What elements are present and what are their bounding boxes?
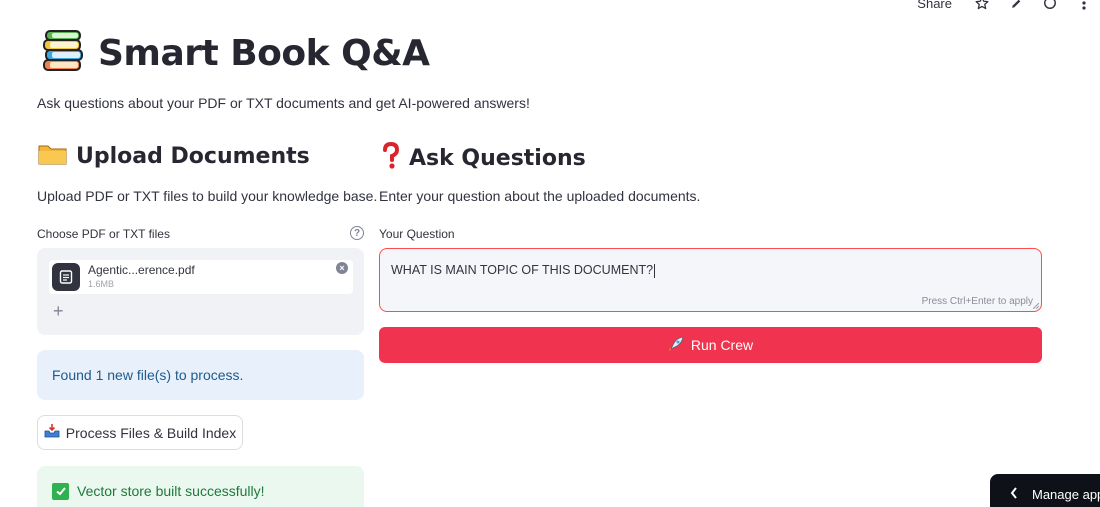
- process-files-label: Process Files & Build Index: [65, 424, 237, 441]
- page-title: Smart Book Q&A: [98, 32, 430, 74]
- run-crew-button[interactable]: Run Crew: [379, 327, 1042, 363]
- more-menu-icon[interactable]: [1076, 0, 1092, 11]
- file-uploader-dropzone[interactable]: Agentic...erence.pdf 1.6MB × +: [37, 248, 364, 335]
- question-mark-icon: [381, 141, 401, 175]
- rocket-icon: [668, 336, 684, 355]
- page-subtitle: Ask questions about your PDF or TXT docu…: [37, 95, 530, 111]
- info-alert: Found 1 new file(s) to process.: [37, 350, 364, 400]
- add-file-icon[interactable]: +: [53, 302, 64, 320]
- question-text-wrap: WHAT IS MAIN TOPIC OF THIS DOCUMENT?: [391, 263, 656, 278]
- page-header: Smart Book Q&A: [40, 30, 430, 76]
- uploaded-file-card: Agentic...erence.pdf 1.6MB ×: [49, 260, 353, 294]
- uploaded-file-size: 1.6MB: [88, 279, 115, 289]
- resize-handle-icon[interactable]: [1033, 303, 1039, 309]
- help-icon[interactable]: ?: [350, 226, 364, 240]
- process-files-button[interactable]: Process Files & Build Index: [37, 415, 243, 450]
- upload-field-label: Choose PDF or TXT files: [37, 227, 170, 241]
- remove-file-icon[interactable]: ×: [336, 262, 348, 274]
- upload-section-header: Upload Documents: [38, 142, 310, 171]
- github-icon[interactable]: [1042, 0, 1058, 11]
- check-mark-icon: [52, 482, 69, 500]
- success-message: Vector store built successfully!: [77, 483, 265, 499]
- ask-heading: Ask Questions: [409, 146, 586, 171]
- uploaded-file-name: Agentic...erence.pdf: [88, 263, 195, 277]
- ask-section-header: Ask Questions: [381, 141, 586, 175]
- ask-description: Enter your question about the uploaded d…: [379, 188, 701, 204]
- document-icon: [52, 263, 80, 291]
- upload-heading: Upload Documents: [76, 144, 310, 169]
- star-icon[interactable]: [974, 0, 990, 11]
- question-field-label: Your Question: [379, 227, 455, 241]
- manage-app-button[interactable]: Manage app: [990, 474, 1100, 507]
- chevron-left-icon: [1010, 486, 1018, 502]
- inbox-tray-icon: [44, 424, 60, 441]
- success-alert: Vector store built successfully!: [37, 466, 364, 507]
- folder-icon: [38, 142, 68, 171]
- text-caret: [654, 263, 656, 278]
- top-toolbar: Share: [917, 0, 1100, 14]
- upload-description: Upload PDF or TXT files to build your kn…: [37, 188, 378, 204]
- question-value: WHAT IS MAIN TOPIC OF THIS DOCUMENT?: [391, 263, 654, 277]
- manage-app-label: Manage app: [1032, 486, 1100, 502]
- question-textarea[interactable]: WHAT IS MAIN TOPIC OF THIS DOCUMENT? Pre…: [379, 248, 1042, 312]
- submit-hint: Press Ctrl+Enter to apply: [921, 296, 1033, 307]
- books-icon: [40, 30, 86, 76]
- run-crew-label: Run Crew: [690, 337, 754, 353]
- edit-pencil-icon[interactable]: [1008, 0, 1024, 11]
- share-button[interactable]: Share: [917, 0, 952, 11]
